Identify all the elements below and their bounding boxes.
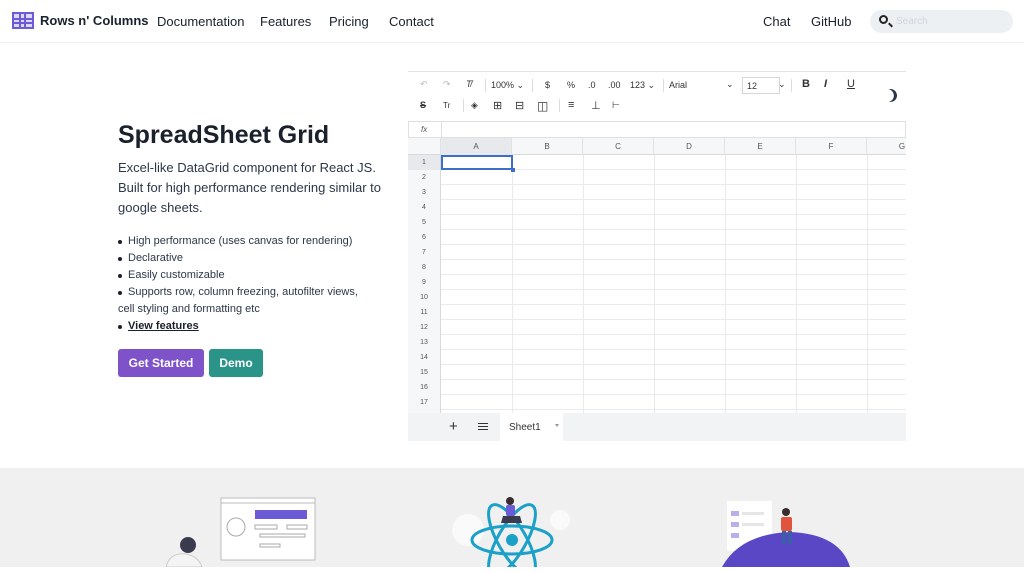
nav-link-contact[interactable]: Contact xyxy=(389,14,434,29)
list-item: Supports row, column freezing, autofilte… xyxy=(118,284,388,301)
dashboard-illustration xyxy=(722,501,850,567)
text-wrap-icon[interactable]: ⊢ xyxy=(612,100,620,111)
row-header[interactable]: 9 xyxy=(408,275,441,290)
strikethrough-icon[interactable]: S xyxy=(420,100,426,110)
search-box[interactable] xyxy=(870,10,1013,33)
sheet-tab-label: Sheet1 xyxy=(509,421,541,433)
top-navbar: Rows n' Columns Documentation Features P… xyxy=(0,0,1024,43)
font-family-select[interactable]: Arial xyxy=(669,80,687,90)
feature-list: High performance (uses canvas for render… xyxy=(118,233,388,335)
page-title: SpreadSheet Grid xyxy=(118,121,330,149)
illustrations xyxy=(165,497,850,572)
column-header-row: ABCDEFG xyxy=(408,138,906,155)
row-header[interactable]: 12 xyxy=(408,320,441,335)
zoom-select[interactable]: 100% ⌄ xyxy=(491,80,524,91)
row-header[interactable]: 14 xyxy=(408,350,441,365)
spreadsheet-demo: ↶ ↷ T̸ 100% ⌄ $ % .0 .00 123 ⌄ Arial ⌄ 1… xyxy=(408,71,906,441)
add-sheet-button[interactable]: + xyxy=(449,418,458,435)
row-header[interactable]: 5 xyxy=(408,215,441,230)
logo[interactable]: Rows n' Columns xyxy=(12,12,149,29)
row-header[interactable]: 6 xyxy=(408,230,441,245)
spreadsheet-grid[interactable]: ABCDEFG 1 2 3 4 5 6 7 8 9 10 11 12 13 14 15 16 17 xyxy=(408,138,906,413)
row-header[interactable]: 11 xyxy=(408,305,441,320)
number-format-select[interactable]: 123 ⌄ xyxy=(630,80,655,91)
row-header[interactable]: 2 xyxy=(408,170,441,185)
clear-format-icon[interactable]: T̸ xyxy=(466,79,472,89)
nav-link-github[interactable]: GitHub xyxy=(811,14,851,29)
list-item-continuation: cell styling and formatting etc xyxy=(118,303,260,315)
nav-link-documentation[interactable]: Documentation xyxy=(157,14,244,29)
nav-link-features[interactable]: Features xyxy=(260,14,311,29)
search-icon xyxy=(879,15,888,24)
bold-button[interactable]: B xyxy=(802,78,810,90)
row-header[interactable]: 8 xyxy=(408,260,441,275)
dark-mode-icon[interactable] xyxy=(882,87,899,104)
spreadsheet-toolbar: ↶ ↷ T̸ 100% ⌄ $ % .0 .00 123 ⌄ Arial ⌄ 1… xyxy=(408,72,906,120)
text-color-icon[interactable]: Tr xyxy=(443,101,450,110)
font-size-input[interactable]: 12 xyxy=(742,77,780,94)
chevron-down-icon[interactable]: ⌄ xyxy=(778,79,786,90)
column-header[interactable]: C xyxy=(583,138,654,155)
nav-link-pricing[interactable]: Pricing xyxy=(329,14,369,29)
freeze-icon[interactable]: ◫ xyxy=(537,99,548,113)
align-left-icon[interactable]: ≡ xyxy=(568,99,574,111)
list-item: View features xyxy=(118,318,388,335)
row-header[interactable]: 13 xyxy=(408,335,441,350)
hero-description: Excel-like DataGrid component for React … xyxy=(118,160,382,215)
sheet-tab[interactable]: Sheet1 xyxy=(500,413,563,441)
sheet-list-menu-icon[interactable] xyxy=(478,423,488,430)
vertical-align-icon[interactable]: ⊥ xyxy=(591,99,601,112)
wireframe-illustration xyxy=(165,497,316,568)
select-all-corner[interactable] xyxy=(408,138,441,155)
row-header[interactable]: 1 xyxy=(408,155,441,170)
percent-button[interactable]: % xyxy=(567,80,575,90)
column-header[interactable]: B xyxy=(512,138,583,155)
column-header[interactable]: D xyxy=(654,138,725,155)
active-cell-selection[interactable] xyxy=(441,155,515,172)
merge-cells-icon[interactable]: ⊟ xyxy=(515,99,524,112)
chevron-down-icon[interactable]: ⌄ xyxy=(726,79,734,90)
row-header[interactable]: 17 xyxy=(408,395,441,410)
fill-color-icon[interactable]: ◈ xyxy=(471,100,478,111)
features-illustration-section xyxy=(0,468,1024,572)
decrease-decimal-button[interactable]: .0 xyxy=(588,80,596,90)
row-header[interactable]: 16 xyxy=(408,380,441,395)
fx-label: fx xyxy=(421,125,428,134)
brand-name: Rows n' Columns xyxy=(40,13,149,28)
list-item: Declarative xyxy=(118,250,388,267)
column-header[interactable]: E xyxy=(725,138,796,155)
borders-icon[interactable]: ⊞ xyxy=(493,99,502,112)
column-header[interactable]: A xyxy=(441,138,512,155)
underline-button[interactable]: U xyxy=(847,78,855,90)
search-input[interactable] xyxy=(896,14,1006,29)
nav-link-chat[interactable]: Chat xyxy=(763,14,790,29)
demo-button[interactable]: Demo xyxy=(209,349,263,377)
currency-button[interactable]: $ xyxy=(545,80,550,90)
chevron-down-icon[interactable] xyxy=(555,424,559,427)
italic-button[interactable]: I xyxy=(824,78,827,90)
formula-bar[interactable]: fx xyxy=(408,121,906,138)
list-item: Easily customizable xyxy=(118,267,388,284)
react-logo-illustration xyxy=(452,497,570,572)
redo-icon[interactable]: ↷ xyxy=(443,79,451,90)
row-header[interactable]: 10 xyxy=(408,290,441,305)
column-header[interactable]: G xyxy=(867,138,906,155)
grid-logo-icon xyxy=(12,12,34,29)
view-features-link[interactable]: View features xyxy=(128,320,199,332)
row-header[interactable]: 7 xyxy=(408,245,441,260)
increase-decimal-button[interactable]: .00 xyxy=(608,80,621,90)
row-header[interactable]: 15 xyxy=(408,365,441,380)
undo-icon[interactable]: ↶ xyxy=(420,79,428,90)
list-item: High performance (uses canvas for render… xyxy=(118,233,388,250)
sheet-tab-bar: + Sheet1 xyxy=(408,413,906,441)
column-header[interactable]: F xyxy=(796,138,867,155)
row-header[interactable]: 3 xyxy=(408,185,441,200)
get-started-button[interactable]: Get Started xyxy=(118,349,204,377)
row-header[interactable]: 4 xyxy=(408,200,441,215)
